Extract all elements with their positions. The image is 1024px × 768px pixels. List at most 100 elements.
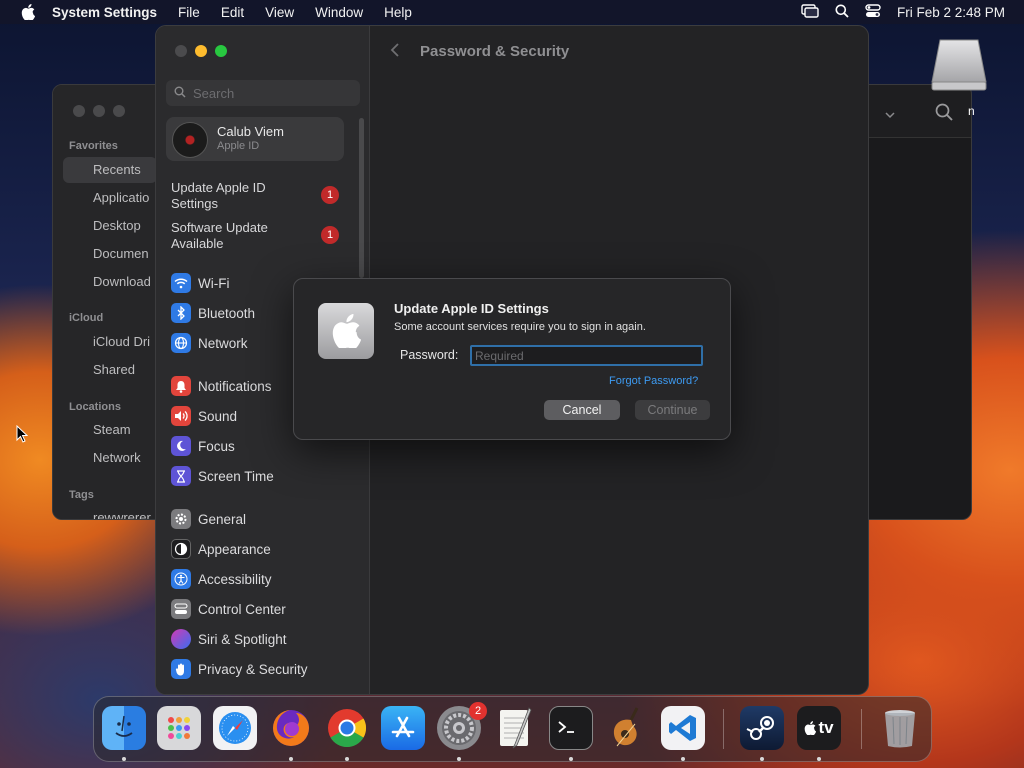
dock: 2 tv	[93, 696, 932, 762]
sidebar-item-notifications[interactable]: Notifications	[171, 376, 272, 396]
running-indicator	[345, 757, 349, 761]
finder-section-locations: Locations	[69, 401, 121, 413]
menu-file[interactable]: File	[178, 5, 200, 20]
finder-search-icon[interactable]	[935, 103, 953, 126]
finder-zoom-button[interactable]	[113, 105, 125, 117]
sidebar-item-sound[interactable]: Sound	[171, 406, 237, 426]
menu-edit[interactable]: Edit	[221, 5, 244, 20]
dialog-message: Some account services require you to sig…	[394, 321, 646, 333]
bluetooth-icon	[171, 303, 191, 323]
sidebar-item-label: Bluetooth	[198, 305, 256, 321]
vscode-icon[interactable]	[661, 706, 705, 750]
running-indicator	[760, 757, 764, 761]
sidebar-item-label: Appearance	[198, 541, 271, 557]
finder-close-button[interactable]	[73, 105, 85, 117]
sidebar-item-label: Accessibility	[198, 571, 272, 587]
sidebar-item-label: Control Center	[198, 601, 286, 617]
external-drive-icon[interactable]	[930, 36, 988, 94]
sidebar-item-privacy-security[interactable]: Privacy & Security	[171, 659, 308, 679]
menu-clock[interactable]: Fri Feb 2 2:48 PM	[897, 5, 1005, 20]
finder-item-tag[interactable]: rewwrerer	[93, 510, 151, 519]
safari-icon[interactable]	[213, 706, 257, 750]
sidebar-item-label: Notifications	[198, 378, 272, 394]
continue-button[interactable]: Continue	[635, 400, 710, 420]
control-center-icon[interactable]	[865, 3, 881, 21]
running-indicator	[289, 757, 293, 761]
finder-sidebar: Favorites Recents Applicatio Desktop Doc…	[53, 85, 157, 519]
apple-id-account[interactable]: Calub Viem Apple ID	[166, 117, 344, 161]
notice-badge: 1	[321, 186, 339, 204]
finder-item-documents[interactable]: Documen	[93, 246, 149, 261]
settings-badge: 2	[469, 702, 487, 720]
chrome-icon[interactable]	[325, 706, 369, 750]
finder-item-desktop[interactable]: Desktop	[93, 218, 141, 233]
textedit-icon[interactable]	[493, 706, 537, 750]
spotlight-search-icon[interactable]	[835, 4, 849, 21]
settings-search[interactable]: Search	[166, 80, 360, 106]
zoom-button[interactable]	[215, 45, 227, 57]
wifi-icon	[171, 273, 191, 293]
app-store-icon[interactable]	[381, 706, 425, 750]
menu-bar: System Settings File Edit View Window He…	[0, 0, 1024, 24]
steam-icon[interactable]	[740, 706, 784, 750]
firefox-icon[interactable]	[269, 706, 313, 750]
sidebar-item-appearance[interactable]: Appearance	[171, 539, 271, 559]
apple-menu-icon[interactable]	[18, 4, 38, 20]
moon-icon	[171, 436, 191, 456]
screen-mirroring-icon[interactable]	[801, 3, 819, 21]
password-field[interactable]	[470, 345, 703, 366]
sidebar-item-bluetooth[interactable]: Bluetooth	[171, 303, 255, 323]
window-controls	[175, 45, 227, 57]
menu-help[interactable]: Help	[384, 5, 412, 20]
sidebar-item-label: Network	[198, 335, 248, 351]
sidebar-item-focus[interactable]: Focus	[171, 436, 235, 456]
terminal-icon[interactable]	[549, 706, 593, 750]
sidebar-scrollbar[interactable]	[359, 118, 364, 278]
notice-software-update[interactable]: Software Update Available	[171, 220, 311, 252]
sidebar-item-control-center[interactable]: Control Center	[171, 599, 286, 619]
sidebar-item-screen-time[interactable]: Screen Time	[171, 466, 274, 486]
finder-item-applications[interactable]: Applicatio	[93, 190, 149, 205]
running-indicator	[569, 757, 573, 761]
finder-item-downloads[interactable]: Download	[93, 274, 151, 289]
finder-item-recents[interactable]: Recents	[63, 157, 157, 183]
sidebar-item-wifi[interactable]: Wi-Fi	[171, 273, 229, 293]
trash-icon[interactable]	[878, 706, 922, 750]
sidebar-item-network[interactable]: Network	[171, 333, 248, 353]
search-placeholder: Search	[193, 85, 235, 101]
sidebar-item-label: Focus	[198, 438, 235, 454]
sidebar-item-accessibility[interactable]: Accessibility	[171, 569, 272, 589]
apple-tv-icon[interactable]: tv	[797, 706, 841, 750]
back-chevron-icon[interactable]	[390, 42, 400, 63]
password-label: Password:	[400, 348, 459, 362]
menu-view[interactable]: View	[265, 5, 294, 20]
garageband-icon[interactable]	[605, 706, 649, 750]
launchpad-icon[interactable]	[157, 706, 201, 750]
account-name: Calub Viem	[217, 124, 284, 139]
finder-item-icloud-drive[interactable]: iCloud Dri	[93, 334, 150, 349]
finder-minimize-button[interactable]	[93, 105, 105, 117]
forgot-password-link[interactable]: Forgot Password?	[609, 375, 698, 387]
minimize-button[interactable]	[195, 45, 207, 57]
menu-window[interactable]: Window	[315, 5, 363, 20]
dialog-title: Update Apple ID Settings	[394, 301, 549, 316]
close-button[interactable]	[175, 45, 187, 57]
cancel-button[interactable]: Cancel	[544, 400, 620, 420]
menu-app-name[interactable]: System Settings	[52, 5, 157, 20]
finder-section-tags: Tags	[69, 489, 94, 501]
dock-separator	[723, 709, 724, 749]
apple-logo-icon	[318, 303, 374, 359]
finder-icon[interactable]	[102, 706, 146, 750]
finder-item-steam[interactable]: Steam	[93, 422, 131, 437]
sidebar-item-general[interactable]: General	[171, 509, 246, 529]
finder-window-controls	[73, 105, 125, 117]
sidebar-item-siri-spotlight[interactable]: Siri & Spotlight	[171, 629, 287, 649]
hand-icon	[171, 659, 191, 679]
notice-update-apple-id[interactable]: Update Apple ID Settings	[171, 180, 311, 212]
finder-toolbar	[885, 103, 953, 126]
finder-section-icloud: iCloud	[69, 312, 104, 324]
finder-item-shared[interactable]: Shared	[93, 362, 135, 377]
finder-item-network[interactable]: Network	[93, 450, 141, 465]
apple-id-signin-dialog: Update Apple ID Settings Some account se…	[293, 278, 731, 440]
chevron-down-icon[interactable]	[885, 106, 895, 124]
